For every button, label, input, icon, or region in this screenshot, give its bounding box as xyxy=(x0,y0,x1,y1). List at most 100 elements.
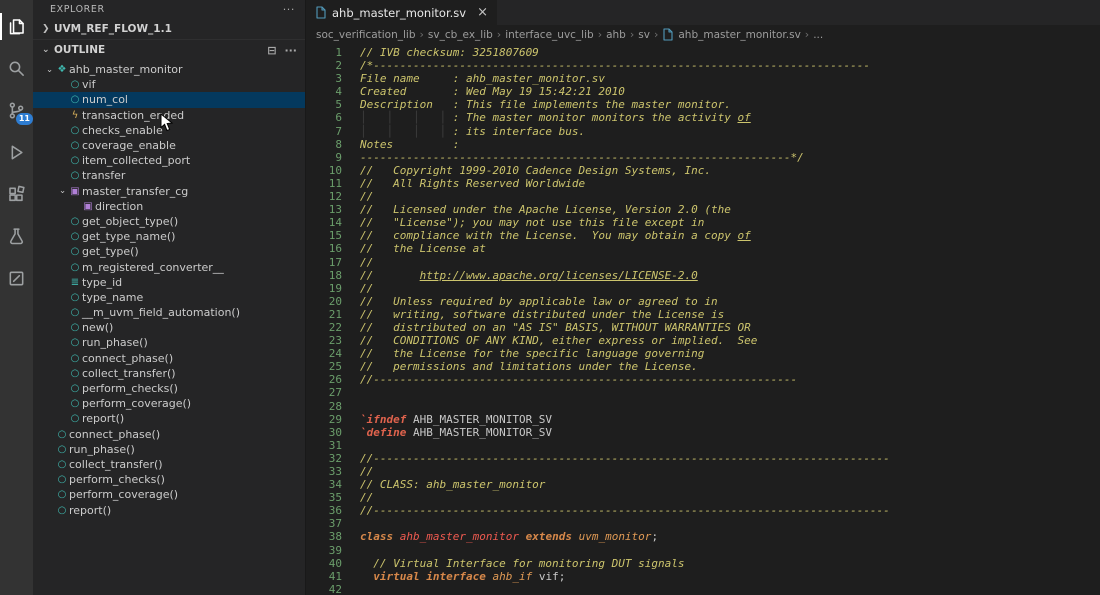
outline-item-perform_checks[interactable]: ○perform_checks() xyxy=(33,472,305,487)
code-line[interactable]: 34// CLASS: ahb_master_monitor xyxy=(314,478,1100,491)
code-line[interactable]: 17// xyxy=(314,256,1100,269)
outline-item-report[interactable]: ○report() xyxy=(33,502,305,517)
code-line[interactable]: 33// xyxy=(314,465,1100,478)
code-line[interactable]: 28 xyxy=(314,400,1100,413)
outline-item-checks_enable[interactable]: ○checks_enable xyxy=(33,123,305,138)
code-line[interactable]: 42 xyxy=(314,583,1100,595)
code-line[interactable]: 1// IVB checksum: 3251807609 xyxy=(314,46,1100,59)
code-line[interactable]: 39 xyxy=(314,544,1100,557)
outline-item-perform_checks[interactable]: ○perform_checks() xyxy=(33,381,305,396)
code-line[interactable]: 25// permissions and limitations under t… xyxy=(314,360,1100,373)
code-line[interactable]: 16// the License at xyxy=(314,242,1100,255)
symbol-method-icon: ○ xyxy=(68,368,82,379)
outline-item-new[interactable]: ○new() xyxy=(33,320,305,335)
outline-item-type_id[interactable]: ≣type_id xyxy=(33,275,305,290)
code-line[interactable]: 5Description : This file implements the … xyxy=(314,98,1100,111)
outline-item-ahb_master_monitor[interactable]: ⌄❖ahb_master_monitor xyxy=(33,62,305,77)
breadcrumb-item[interactable]: sv_cb_ex_lib xyxy=(428,29,493,41)
activity-item-explorer[interactable] xyxy=(0,10,33,43)
code-line[interactable]: 36//------------------------------------… xyxy=(314,504,1100,517)
collapse-all-icon[interactable]: ⊟ xyxy=(267,44,276,57)
code-line[interactable]: 6│ │ │ │ : The master monitor monitors t… xyxy=(314,111,1100,124)
activity-item-source-control[interactable]: 11 xyxy=(0,94,33,127)
outline-item-master_transfer_cg[interactable]: ⌄▣master_transfer_cg xyxy=(33,184,305,199)
breadcrumb-item[interactable]: ... xyxy=(813,29,823,41)
code-line[interactable]: 21// writing, software distributed under… xyxy=(314,308,1100,321)
outline-item-coverage_enable[interactable]: ○coverage_enable xyxy=(33,138,305,153)
outline-more-icon[interactable]: ··· xyxy=(284,44,297,57)
project-section-row[interactable]: ❯ UVM_REF_FLOW_1.1 xyxy=(33,19,305,39)
code-line[interactable]: 3File name : ahb_master_monitor.sv xyxy=(314,72,1100,85)
outline-item-m_registered_converter__[interactable]: ○m_registered_converter__ xyxy=(33,259,305,274)
outline-item-direction[interactable]: ▣direction xyxy=(33,199,305,214)
activity-item-testing[interactable] xyxy=(0,220,33,253)
outline-item-collect_transfer[interactable]: ○collect_transfer() xyxy=(33,457,305,472)
activity-item-extensions[interactable] xyxy=(0,178,33,211)
outline-item-transaction_ended[interactable]: ϟtransaction_ended xyxy=(33,108,305,123)
outline-item-run_phase[interactable]: ○run_phase() xyxy=(33,442,305,457)
chevron-right-icon[interactable]: ❯ xyxy=(42,24,54,34)
code-line[interactable]: 40 // Virtual Interface for monitoring D… xyxy=(314,557,1100,570)
code-line[interactable]: 8Notes : xyxy=(314,138,1100,151)
code-line[interactable]: 13// Licensed under the Apache License, … xyxy=(314,203,1100,216)
code-line[interactable]: 27 xyxy=(314,386,1100,399)
outline-item-num_col[interactable]: ○num_col xyxy=(33,92,305,107)
code-line[interactable]: 38class ahb_master_monitor extends uvm_m… xyxy=(314,530,1100,543)
code-line[interactable]: 35// xyxy=(314,491,1100,504)
code-line[interactable]: 7│ │ │ │ : its interface bus. xyxy=(314,125,1100,138)
outline-item-perform_coverage[interactable]: ○perform_coverage() xyxy=(33,487,305,502)
code-line[interactable]: 19// xyxy=(314,282,1100,295)
code-line[interactable]: 20// Unless required by applicable law o… xyxy=(314,295,1100,308)
code-line[interactable]: 9---------------------------------------… xyxy=(314,151,1100,164)
outline-item-perform_coverage[interactable]: ○perform_coverage() xyxy=(33,396,305,411)
outline-item-connect_phase[interactable]: ○connect_phase() xyxy=(33,351,305,366)
code-line[interactable]: 18// http://www.apache.org/licenses/LICE… xyxy=(314,269,1100,282)
line-number: 3 xyxy=(314,72,342,85)
code-line[interactable]: 31 xyxy=(314,439,1100,452)
breadcrumb-item[interactable]: ahb_master_monitor.sv xyxy=(678,29,800,41)
outline-item-__m_uvm_field_automation[interactable]: ○__m_uvm_field_automation() xyxy=(33,305,305,320)
code-line[interactable]: 10// Copyright 1999-2010 Cadence Design … xyxy=(314,164,1100,177)
breadcrumb-item[interactable]: soc_verification_lib xyxy=(316,29,416,41)
code-line[interactable]: 29`ifndef AHB_MASTER_MONITOR_SV xyxy=(314,413,1100,426)
code-line[interactable]: 37 xyxy=(314,517,1100,530)
explorer-more-icon[interactable]: ··· xyxy=(283,3,295,16)
chevron-down-icon[interactable]: ⌄ xyxy=(42,45,54,55)
chevron-down-icon[interactable]: ⌄ xyxy=(57,186,68,196)
code-line[interactable]: 22// distributed on an "AS IS" BASIS, WI… xyxy=(314,321,1100,334)
code-line[interactable]: 15// compliance with the License. You ma… xyxy=(314,229,1100,242)
breadcrumb-item[interactable]: sv xyxy=(638,29,650,41)
code-line[interactable]: 14// "License"); you may not use this fi… xyxy=(314,216,1100,229)
breadcrumb-item[interactable]: ahb xyxy=(606,29,626,41)
outline-item-vif[interactable]: ○vif xyxy=(33,77,305,92)
outline-item-type_name[interactable]: ○type_name xyxy=(33,290,305,305)
code-line[interactable]: 11// All Rights Reserved Worldwide xyxy=(314,177,1100,190)
outline-item-item_collected_port[interactable]: ○item_collected_port xyxy=(33,153,305,168)
outline-section-row[interactable]: ⌄ OUTLINE ⊟ ··· xyxy=(33,39,305,60)
code-line[interactable]: 23// CONDITIONS OF ANY KIND, either expr… xyxy=(314,334,1100,347)
chevron-down-icon[interactable]: ⌄ xyxy=(44,65,55,75)
tab-ahb-master-monitor[interactable]: ahb_master_monitor.sv × xyxy=(306,0,497,25)
outline-item-collect_transfer[interactable]: ○collect_transfer() xyxy=(33,366,305,381)
code-line[interactable]: 26//------------------------------------… xyxy=(314,373,1100,386)
outline-item-get_type[interactable]: ○get_type() xyxy=(33,244,305,259)
activity-item-search[interactable] xyxy=(0,52,33,85)
outline-item-run_phase[interactable]: ○run_phase() xyxy=(33,335,305,350)
code-line[interactable]: 32//------------------------------------… xyxy=(314,452,1100,465)
code-line[interactable]: 41 virtual interface ahb_if vif; xyxy=(314,570,1100,583)
code-line[interactable]: 12// xyxy=(314,190,1100,203)
activity-item-run-debug[interactable] xyxy=(0,136,33,169)
breadcrumb-item[interactable]: interface_uvc_lib xyxy=(505,29,593,41)
code-line[interactable]: 4Created : Wed May 19 15:42:21 2010 xyxy=(314,85,1100,98)
code-line[interactable]: 30`define AHB_MASTER_MONITOR_SV xyxy=(314,426,1100,439)
outline-item-get_type_name[interactable]: ○get_type_name() xyxy=(33,229,305,244)
outline-item-report[interactable]: ○report() xyxy=(33,411,305,426)
outline-item-connect_phase[interactable]: ○connect_phase() xyxy=(33,427,305,442)
code-area[interactable]: 1// IVB checksum: 32518076092/*---------… xyxy=(306,44,1100,595)
outline-item-transfer[interactable]: ○transfer xyxy=(33,168,305,183)
close-icon[interactable]: × xyxy=(477,6,488,19)
activity-item-notebook[interactable] xyxy=(0,262,33,295)
code-line[interactable]: 24// the License for the specific langua… xyxy=(314,347,1100,360)
code-line[interactable]: 2/*-------------------------------------… xyxy=(314,59,1100,72)
outline-item-get_object_type[interactable]: ○get_object_type() xyxy=(33,214,305,229)
